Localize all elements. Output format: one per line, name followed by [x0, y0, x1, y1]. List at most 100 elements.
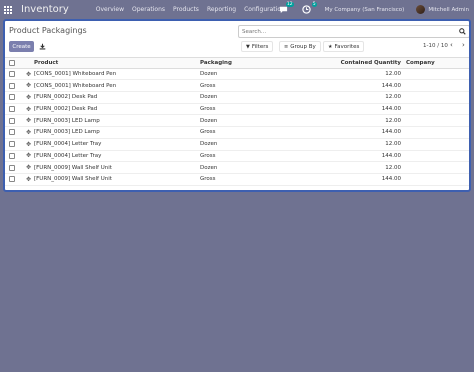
cell-qty: 12.00: [385, 71, 401, 78]
cell-qty: 144.00: [381, 106, 401, 113]
cell-product: [CONS_0001] Whiteboard Pen: [34, 71, 117, 78]
page-title: Product Packagings: [9, 26, 87, 35]
row-checkbox[interactable]: [9, 71, 15, 78]
cell-packaging: Gross: [200, 129, 216, 136]
table-row[interactable]: ✥ [FURN_0003] LED Lamp Gross 144.00: [5, 127, 469, 139]
table-row[interactable]: ✥ [FURN_0004] Letter Tray Dozen 12.00: [5, 139, 469, 151]
main-menu: Overview Operations Products Reporting C…: [96, 6, 293, 13]
bars-icon: ≡: [284, 43, 289, 50]
drag-handle-icon[interactable]: ✥: [26, 141, 31, 148]
list-view-panel: Product Packagings Create ▼ Filters ≡ Gr…: [3, 19, 471, 192]
table-row[interactable]: ✥ [FURN_0004] Letter Tray Gross 144.00: [5, 151, 469, 163]
row-checkbox[interactable]: [9, 141, 15, 148]
row-checkbox[interactable]: [9, 176, 15, 183]
cell-packaging: Dozen: [200, 71, 218, 78]
menu-item-products[interactable]: Products: [173, 6, 199, 13]
cell-qty: 12.00: [385, 164, 401, 171]
table-row[interactable]: ✥ [CONS_0001] Whiteboard Pen Dozen 12.00: [5, 69, 469, 81]
table-header-row: Product Packaging Contained Quantity Com…: [5, 57, 469, 69]
cell-product: [FURN_0002] Desk Pad: [34, 106, 98, 113]
chevron-left-icon[interactable]: ‹: [450, 41, 453, 49]
column-header-company[interactable]: Company: [406, 60, 435, 66]
row-checkbox[interactable]: [9, 94, 15, 101]
table-row[interactable]: ✥ [CONS_0001] Whiteboard Pen Gross 144.0…: [5, 80, 469, 93]
filters-label: Filters: [251, 43, 269, 50]
company-switcher[interactable]: My Company (San Francisco): [325, 7, 405, 13]
pager-value[interactable]: 1-10 / 10: [423, 43, 448, 49]
cell-product: [FURN_0004] Letter Tray: [34, 141, 102, 148]
cell-product: [FURN_0004] Letter Tray: [34, 152, 102, 159]
apps-menu-icon[interactable]: [4, 5, 12, 14]
cell-qty: 12.00: [385, 94, 401, 101]
cell-packaging: Gross: [200, 152, 216, 159]
avatar[interactable]: [416, 5, 426, 14]
drag-handle-icon[interactable]: ✥: [26, 94, 31, 101]
download-icon: [39, 43, 45, 50]
table-row[interactable]: ✥ [FURN_0002] Desk Pad Gross 144.00: [5, 104, 469, 116]
drag-handle-icon[interactable]: ✥: [26, 82, 31, 89]
table-row[interactable]: ✥ [FURN_0009] Wall Shelf Unit Gross 144.…: [5, 174, 469, 186]
export-button[interactable]: [37, 41, 47, 52]
cell-packaging: Dozen: [200, 141, 218, 148]
menu-item-reporting[interactable]: Reporting: [207, 6, 236, 13]
cell-product: [FURN_0009] Wall Shelf Unit: [34, 176, 112, 183]
navbar-systray: 12 5 My Company (San Francisco) Mitchell…: [279, 0, 474, 19]
table-row[interactable]: ✥ [FURN_0002] Desk Pad Dozen 12.00: [5, 92, 469, 104]
cell-qty: 12.00: [385, 117, 401, 124]
menu-item-operations[interactable]: Operations: [132, 6, 165, 13]
drag-handle-icon[interactable]: ✥: [26, 176, 31, 183]
cell-packaging: Dozen: [200, 117, 218, 124]
star-icon: ★: [328, 43, 333, 50]
cell-product: [FURN_0003] LED Lamp: [34, 129, 100, 136]
cell-product: [FURN_0009] Wall Shelf Unit: [34, 164, 112, 171]
filters-button[interactable]: ▼ Filters: [241, 41, 274, 52]
activities-count-badge: 5: [311, 2, 317, 7]
column-header-product[interactable]: Product: [34, 60, 58, 66]
cell-qty: 144.00: [381, 129, 401, 136]
drag-handle-icon[interactable]: ✥: [26, 106, 31, 113]
row-checkbox[interactable]: [9, 129, 15, 136]
table-row[interactable]: ✥ [FURN_0003] LED Lamp Dozen 12.00: [5, 115, 469, 128]
drag-handle-icon[interactable]: ✥: [26, 71, 31, 78]
cell-qty: 12.00: [385, 141, 401, 148]
chevron-right-icon[interactable]: ›: [462, 41, 465, 49]
row-checkbox[interactable]: [9, 117, 15, 124]
packagings-table: Product Packaging Contained Quantity Com…: [5, 57, 469, 186]
row-checkbox[interactable]: [9, 106, 15, 113]
row-checkbox[interactable]: [9, 152, 15, 159]
clock-icon: [301, 5, 311, 14]
user-menu[interactable]: Mitchell Admin: [428, 7, 469, 13]
cell-packaging: Gross: [200, 176, 216, 183]
drag-handle-icon[interactable]: ✥: [26, 164, 31, 171]
activity-menu[interactable]: 5: [301, 2, 317, 14]
messaging-menu[interactable]: 12: [279, 2, 294, 14]
cell-qty: 144.00: [381, 82, 401, 89]
cell-product: [FURN_0002] Desk Pad: [34, 94, 98, 101]
menu-item-overview[interactable]: Overview: [96, 6, 124, 13]
table-row[interactable]: ✥ [FURN_0009] Wall Shelf Unit Dozen 12.0…: [5, 162, 469, 174]
group-by-button[interactable]: ≡ Group By: [279, 41, 321, 52]
search-box[interactable]: [238, 25, 469, 38]
select-all-checkbox[interactable]: [9, 59, 15, 66]
cell-packaging: Gross: [200, 82, 216, 89]
create-button[interactable]: Create: [9, 41, 34, 52]
row-checkbox[interactable]: [9, 164, 15, 171]
group-by-label: Group By: [290, 43, 316, 50]
favorites-button[interactable]: ★ Favorites: [323, 41, 365, 52]
cell-qty: 144.00: [381, 152, 401, 159]
column-header-packaging[interactable]: Packaging: [200, 60, 232, 66]
search-icon[interactable]: [459, 28, 466, 35]
drag-handle-icon[interactable]: ✥: [26, 152, 31, 159]
messages-count-badge: 12: [285, 2, 294, 7]
cell-packaging: Dozen: [200, 94, 218, 101]
cell-product: [FURN_0003] LED Lamp: [34, 117, 100, 124]
drag-handle-icon[interactable]: ✥: [26, 129, 31, 136]
cell-qty: 144.00: [381, 176, 401, 183]
drag-handle-icon[interactable]: ✥: [26, 117, 31, 124]
column-header-contained-quantity[interactable]: Contained Quantity: [341, 60, 401, 66]
cell-product: [CONS_0001] Whiteboard Pen: [34, 82, 117, 89]
search-input[interactable]: [239, 26, 449, 37]
row-checkbox[interactable]: [9, 82, 15, 89]
app-title[interactable]: Inventory: [21, 4, 69, 15]
filter-icon: ▼: [246, 43, 250, 50]
